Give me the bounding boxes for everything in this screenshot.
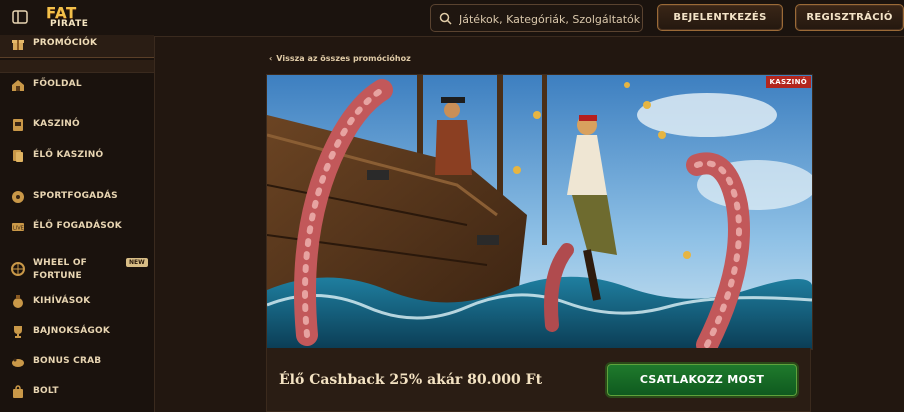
main-content: ‹ Vissza az összes promócióhoz KASZINÓ É… (155, 37, 904, 412)
sidebar-item-label: ÉLŐ FOGADÁSOK (33, 221, 122, 231)
home-icon (12, 80, 24, 91)
sidebar-item-label: BAJNOKSÁGOK (33, 326, 110, 336)
cards-icon (13, 150, 23, 162)
sidebar-item-tournaments[interactable]: BAJNOKSÁGOK (0, 321, 154, 347)
back-to-promotions-link[interactable]: ‹ Vissza az összes promócióhoz (269, 54, 411, 63)
back-link-label: Vissza az összes promócióhoz (276, 54, 411, 63)
trophy-icon (14, 326, 22, 338)
promo-info-bar: Élő Cashback 25% akár 80.000 Ft CSATLAKO… (266, 348, 811, 412)
sidebar-item-bonus-crab[interactable]: BONUS CRAB (0, 351, 154, 377)
sidebar-item-promotions[interactable]: PROMÓCIÓK (0, 35, 154, 58)
top-bar: FAT PIRATE BEJELENTKEZÉS REGISZTRÁCIÓ (0, 0, 904, 37)
live-icon: LIVE (12, 223, 24, 232)
sidebar: PROMÓCIÓK FŐOLDAL KASZINÓ ÉLŐ KASZINÓ SP… (0, 35, 155, 412)
sidebar-item-label: ÉLŐ KASZINÓ (33, 150, 104, 160)
login-button[interactable]: BEJELENTKEZÉS (657, 4, 783, 31)
category-tag: KASZINÓ (765, 76, 811, 88)
sidebar-item-label: KASZINÓ (33, 119, 80, 129)
search-icon (439, 12, 452, 25)
sidebar-toggle-icon[interactable] (12, 10, 28, 24)
register-button[interactable]: REGISZTRÁCIÓ (795, 4, 904, 31)
sidebar-item-challenges[interactable]: KIHÍVÁSOK (0, 291, 154, 317)
sidebar-item-casino[interactable]: KASZINÓ (0, 114, 154, 140)
search-input[interactable] (457, 9, 643, 29)
slot-icon (13, 119, 23, 131)
sidebar-item-label: SPORTFOGADÁS (33, 191, 118, 201)
gift-icon (12, 40, 24, 50)
sidebar-divider (0, 60, 154, 73)
crab-icon (12, 358, 24, 367)
pirate-kraken-illustration (267, 75, 812, 349)
sidebar-item-label: BOLT (33, 386, 59, 396)
search-box[interactable] (430, 4, 643, 32)
sidebar-item-label: PROMÓCIÓK (33, 38, 98, 48)
bag-icon (13, 385, 23, 398)
chevron-left-icon: ‹ (269, 54, 273, 63)
wheel-icon (11, 262, 25, 276)
sidebar-item-shop[interactable]: BOLT (0, 381, 154, 407)
join-now-button[interactable]: CSATLAKOZZ MOST (607, 364, 797, 396)
sidebar-item-label: KIHÍVÁSOK (33, 296, 91, 306)
logo-text-bottom: PIRATE (50, 19, 89, 29)
sidebar-item-sports[interactable]: SPORTFOGADÁS (0, 186, 154, 212)
promo-banner-image: KASZINÓ (266, 74, 813, 350)
logo[interactable]: FAT PIRATE (40, 4, 96, 31)
medal-icon (13, 295, 23, 308)
promo-title: Élő Cashback 25% akár 80.000 Ft (279, 372, 543, 388)
new-badge: NEW (126, 258, 148, 267)
svg-text:LIVE: LIVE (13, 226, 24, 232)
sidebar-item-wheel[interactable]: WHEEL OF FORTUNE NEW (0, 255, 154, 285)
sidebar-item-label: WHEEL OF FORTUNE (33, 258, 88, 281)
sidebar-item-live-casino[interactable]: ÉLŐ KASZINÓ (0, 145, 154, 171)
sidebar-item-home[interactable]: FŐOLDAL (0, 74, 154, 100)
sidebar-item-live-bets[interactable]: LIVE ÉLŐ FOGADÁSOK (0, 216, 154, 242)
sidebar-item-label: BONUS CRAB (33, 356, 102, 366)
sidebar-item-label: FŐOLDAL (33, 79, 82, 89)
ball-icon (12, 191, 24, 203)
